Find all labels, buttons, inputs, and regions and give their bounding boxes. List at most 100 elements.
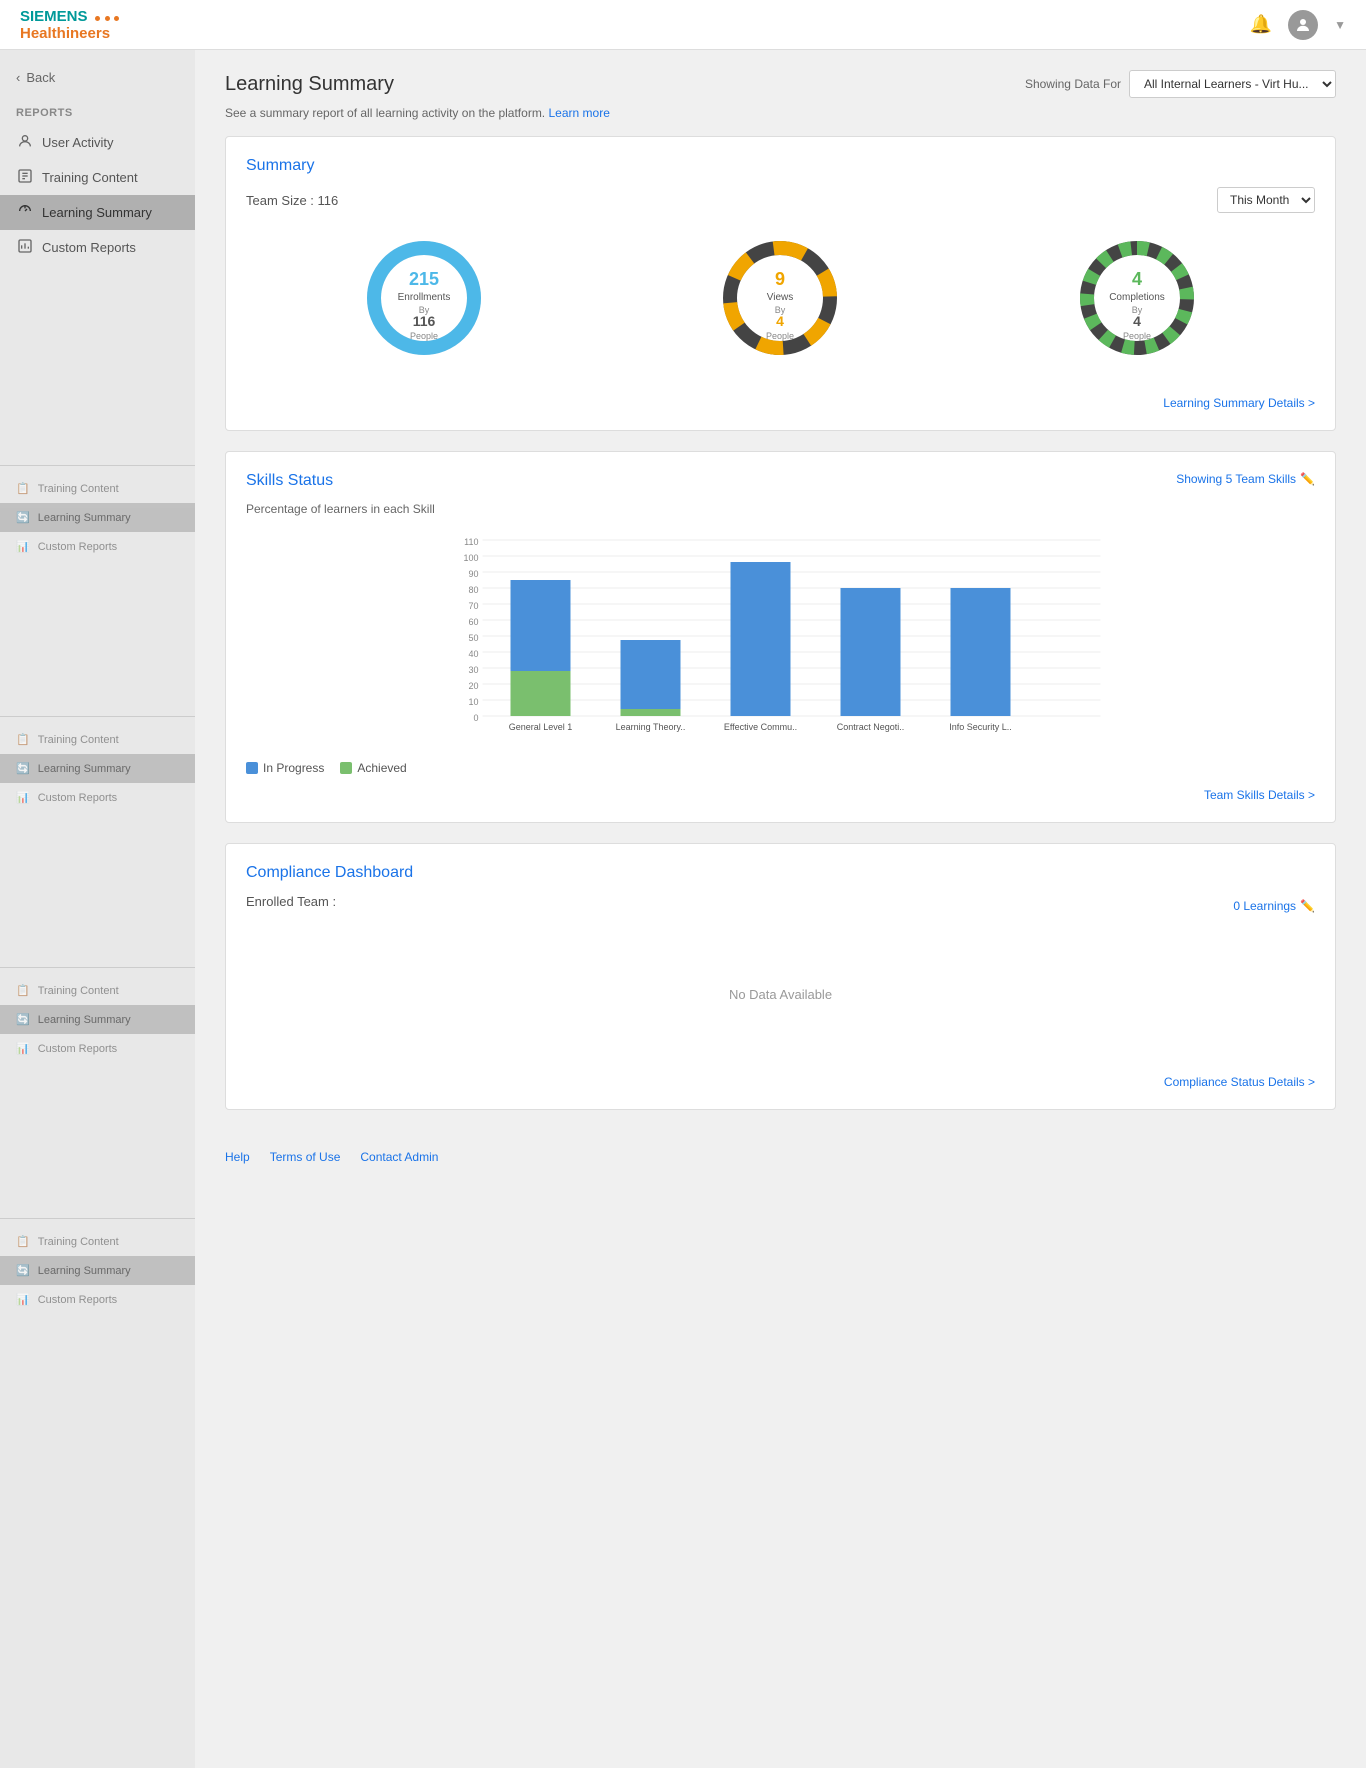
svg-text:Views: Views bbox=[767, 292, 794, 303]
r4-learning-icon: 🔄 bbox=[16, 1264, 30, 1277]
main-content: Learning Summary Showing Data For All In… bbox=[195, 50, 1366, 1768]
svg-text:110: 110 bbox=[464, 537, 478, 547]
reports-section-label: REPORTS bbox=[0, 103, 195, 125]
svg-text:70: 70 bbox=[468, 601, 478, 611]
donuts-container: 215 Enrollments By 116 People 9 Views By bbox=[246, 223, 1315, 383]
skills-card: Skills Status Percentage of learners in … bbox=[225, 451, 1336, 823]
sidebar-repeated-1: 📋 Training Content 🔄 Learning Summary 📊 … bbox=[0, 465, 195, 561]
sidebar-repeated-learning-1[interactable]: 🔄 Learning Summary bbox=[0, 503, 195, 532]
terms-link[interactable]: Terms of Use bbox=[270, 1150, 341, 1164]
svg-text:80: 80 bbox=[468, 585, 478, 595]
data-for-dropdown[interactable]: All Internal Learners - Virt Hu... bbox=[1129, 70, 1336, 98]
custom-reports-label: Custom Reports bbox=[42, 240, 136, 255]
r1-training-icon: 📋 bbox=[16, 482, 30, 495]
edit-icon: ✏️ bbox=[1300, 472, 1315, 486]
skills-subtitle: Percentage of learners in each Skill bbox=[246, 502, 435, 516]
learnings-link[interactable]: 0 Learnings ✏️ bbox=[1233, 899, 1315, 913]
sidebar-repeated-custom-3[interactable]: 📊 Custom Reports bbox=[0, 1034, 195, 1063]
svg-text:0: 0 bbox=[473, 713, 478, 723]
enrollments-donut: 215 Enrollments By 116 People bbox=[359, 233, 489, 363]
sidebar-repeated-custom-2[interactable]: 📊 Custom Reports bbox=[0, 783, 195, 812]
svg-text:General Level 1: General Level 1 bbox=[509, 722, 573, 732]
header: SIEMENS Healthineers 🔔 ▼ bbox=[0, 0, 1366, 50]
compliance-card: Compliance Dashboard Enrolled Team : 0 L… bbox=[225, 843, 1336, 1110]
svg-text:60: 60 bbox=[468, 617, 478, 627]
sidebar-repeated-training-3[interactable]: 📋 Training Content bbox=[0, 976, 195, 1005]
contact-admin-link[interactable]: Contact Admin bbox=[360, 1150, 438, 1164]
sidebar-repeated-learning-4[interactable]: 🔄 Learning Summary bbox=[0, 1256, 195, 1285]
svg-text:90: 90 bbox=[468, 569, 478, 579]
svg-text:215: 215 bbox=[409, 269, 439, 289]
back-button[interactable]: ‹ Back bbox=[0, 62, 195, 93]
svg-text:30: 30 bbox=[468, 665, 478, 675]
user-avatar[interactable] bbox=[1288, 10, 1318, 40]
header-actions: 🔔 ▼ bbox=[1250, 10, 1346, 40]
logo-dot-3 bbox=[114, 16, 119, 21]
training-content-icon bbox=[16, 168, 34, 187]
r2-training-icon: 📋 bbox=[16, 733, 30, 746]
svg-text:20: 20 bbox=[468, 681, 478, 691]
team-skills-details-link[interactable]: Team Skills Details > bbox=[1204, 788, 1315, 802]
compliance-details-link[interactable]: Compliance Status Details > bbox=[1164, 1075, 1315, 1089]
skills-card-title: Skills Status bbox=[246, 472, 435, 490]
sidebar-repeated-training-4[interactable]: 📋 Training Content bbox=[0, 1227, 195, 1256]
sidebar-repeated-training-1[interactable]: 📋 Training Content bbox=[0, 474, 195, 503]
completions-donut: 4 Completions By 4 People bbox=[1072, 233, 1202, 363]
sidebar-item-training-content[interactable]: Training Content bbox=[0, 160, 195, 195]
svg-text:9: 9 bbox=[775, 269, 785, 289]
sidebar-repeated-training-2[interactable]: 📋 Training Content bbox=[0, 725, 195, 754]
showing-team-skills-link[interactable]: Showing 5 Team Skills ✏️ bbox=[1176, 472, 1315, 486]
views-donut: 9 Views By 4 People bbox=[715, 233, 845, 363]
svg-text:Effective Commu..: Effective Commu.. bbox=[724, 722, 797, 732]
bar-contract-inprogress bbox=[841, 588, 901, 716]
notification-bell-icon[interactable]: 🔔 bbox=[1250, 14, 1272, 35]
sidebar-item-learning-summary[interactable]: Learning Summary bbox=[0, 195, 195, 230]
skills-title-group: Skills Status Percentage of learners in … bbox=[246, 472, 435, 520]
sidebar-repeated-learning-3[interactable]: 🔄 Learning Summary bbox=[0, 1005, 195, 1034]
bar-learning-achieved bbox=[621, 709, 681, 716]
month-selector[interactable]: This Month bbox=[1217, 187, 1315, 213]
footer: Help Terms of Use Contact Admin bbox=[225, 1130, 1336, 1184]
avatar-dropdown-icon[interactable]: ▼ bbox=[1334, 18, 1346, 32]
svg-text:People: People bbox=[410, 331, 438, 341]
sidebar: ‹ Back REPORTS User Activity Training Co… bbox=[0, 50, 195, 1768]
help-link[interactable]: Help bbox=[225, 1150, 250, 1164]
sidebar-item-custom-reports[interactable]: Custom Reports bbox=[0, 230, 195, 265]
sidebar-repeated-custom-1[interactable]: 📊 Custom Reports bbox=[0, 532, 195, 561]
logo-dot-2 bbox=[105, 16, 110, 21]
svg-text:4: 4 bbox=[777, 313, 785, 329]
user-activity-label: User Activity bbox=[42, 135, 114, 150]
training-content-label: Training Content bbox=[42, 170, 138, 185]
svg-text:Enrollments: Enrollments bbox=[398, 292, 451, 303]
r2-custom-icon: 📊 bbox=[16, 791, 30, 804]
logo-siemens: SIEMENS bbox=[20, 8, 120, 25]
sidebar-repeated-3: 📋 Training Content 🔄 Learning Summary 📊 … bbox=[0, 967, 195, 1063]
custom-reports-icon bbox=[16, 238, 34, 257]
logo-dot-1 bbox=[95, 16, 100, 21]
svg-text:Contract Negoti..: Contract Negoti.. bbox=[837, 722, 905, 732]
learning-summary-icon bbox=[16, 203, 34, 222]
legend-achieved: Achieved bbox=[340, 761, 406, 775]
learn-more-link[interactable]: Learn more bbox=[549, 106, 610, 120]
learning-summary-details-link[interactable]: Learning Summary Details > bbox=[1163, 396, 1315, 410]
legend-achieved-dot bbox=[340, 762, 352, 774]
r3-custom-icon: 📊 bbox=[16, 1042, 30, 1055]
legend-in-progress: In Progress bbox=[246, 761, 324, 775]
bar-chart-container: 110 100 90 80 70 60 50 40 30 20 10 0 bbox=[246, 530, 1315, 775]
bar-effective-inprogress bbox=[731, 562, 791, 716]
sidebar-item-user-activity[interactable]: User Activity bbox=[0, 125, 195, 160]
sidebar-repeated-custom-4[interactable]: 📊 Custom Reports bbox=[0, 1285, 195, 1314]
sidebar-repeated-learning-2[interactable]: 🔄 Learning Summary bbox=[0, 754, 195, 783]
user-activity-icon bbox=[16, 133, 34, 152]
svg-text:40: 40 bbox=[468, 649, 478, 659]
page-title: Learning Summary bbox=[225, 73, 394, 96]
summary-card-footer: Learning Summary Details > bbox=[246, 395, 1315, 410]
svg-text:Completions: Completions bbox=[1109, 292, 1165, 303]
svg-text:People: People bbox=[766, 331, 794, 341]
bar-infosec-inprogress bbox=[951, 588, 1011, 716]
data-for-selector: Showing Data For All Internal Learners -… bbox=[1025, 70, 1336, 98]
r2-learning-icon: 🔄 bbox=[16, 762, 30, 775]
skills-card-footer: Team Skills Details > bbox=[246, 787, 1315, 802]
legend-in-progress-dot bbox=[246, 762, 258, 774]
r4-custom-icon: 📊 bbox=[16, 1293, 30, 1306]
